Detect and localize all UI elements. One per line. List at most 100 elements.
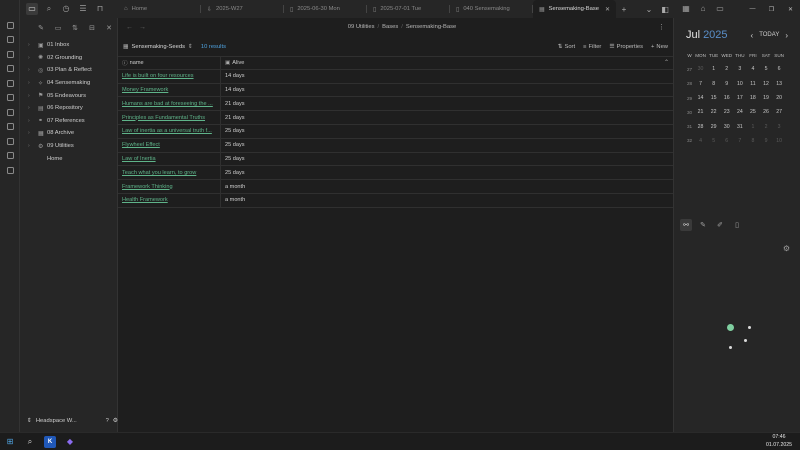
calendar-day[interactable]: 4 <box>694 138 707 144</box>
calendar-day[interactable]: 27 <box>773 109 786 115</box>
sort-icon[interactable]: ⇅ <box>69 22 81 34</box>
page-icon[interactable] <box>0 18 20 33</box>
calendar-day[interactable]: 8 <box>707 81 720 87</box>
map-pin-icon[interactable] <box>0 91 20 106</box>
calendar-day[interactable]: 10 <box>773 138 786 144</box>
calendar-day[interactable]: 6 <box>773 66 786 72</box>
properties-button[interactable]: ☰ Properties <box>609 44 643 50</box>
calendar-day[interactable]: 12 <box>759 81 772 87</box>
puzzle-icon[interactable] <box>0 163 20 178</box>
collapse-icon[interactable]: ⊟ <box>86 22 98 34</box>
calendar-day[interactable]: 14 <box>694 95 707 101</box>
close-icon[interactable]: ✕ <box>605 6 610 13</box>
calendar-day[interactable]: 16 <box>720 95 733 101</box>
new-tab-button[interactable]: + <box>616 0 632 18</box>
calendar-day[interactable]: 19 <box>759 95 772 101</box>
calendar-day[interactable]: 4 <box>746 66 759 72</box>
week-number[interactable]: 27 <box>685 67 694 72</box>
folder-icon[interactable]: ▭ <box>26 3 38 15</box>
column-header-name[interactable]: ⓘ name <box>118 57 221 69</box>
calendar-day[interactable]: 3 <box>773 124 786 130</box>
image-icon[interactable] <box>0 134 20 149</box>
forward-icon[interactable]: → <box>139 24 146 31</box>
grid-icon[interactable] <box>0 33 20 48</box>
calendar-day[interactable]: 21 <box>694 109 707 115</box>
sort-button[interactable]: ⇅ Sort <box>558 44 576 50</box>
calendar-day[interactable]: 2 <box>720 66 733 72</box>
calendar-icon[interactable]: ▦ <box>680 3 692 15</box>
tab-sensemaking-base[interactable]: ▦ Sensemaking-Base ✕ <box>533 0 616 18</box>
graph-node[interactable] <box>744 339 747 342</box>
note-link[interactable]: Teach what you learn, to grow <box>122 170 196 176</box>
calendar-day[interactable]: 30 <box>720 124 733 130</box>
new-note-icon[interactable]: ✎ <box>35 22 47 34</box>
calendar-day-today[interactable]: 1 <box>707 66 720 72</box>
calendar-day[interactable]: 7 <box>733 138 746 144</box>
tree-item-references[interactable]: › ⚭ 07 References <box>20 115 117 128</box>
calendar-day[interactable]: 30 <box>694 66 707 72</box>
calendar-day[interactable]: 25 <box>746 109 759 115</box>
more-options-icon[interactable]: ⋮ <box>658 23 665 31</box>
calendar-day[interactable]: 9 <box>720 81 733 87</box>
maximize-icon[interactable]: ❐ <box>762 6 781 13</box>
column-header-alive[interactable]: ▣ Alive <box>221 57 673 69</box>
today-button[interactable]: TODAY <box>759 32 779 38</box>
clock-icon[interactable] <box>0 120 20 135</box>
filter-button[interactable]: ≡ Filter <box>583 44 601 50</box>
breadcrumb-item[interactable]: 09 Utilities <box>348 24 375 30</box>
tree-item-archive[interactable]: › ▦ 08 Archive <box>20 127 117 140</box>
calendar-day[interactable]: 15 <box>707 95 720 101</box>
tab-day-mon[interactable]: ▯ 2025-06-30 Mon <box>284 0 367 18</box>
tree-item-utilities[interactable]: › ⚙ 09 Utilities <box>20 140 117 153</box>
week-number[interactable]: 30 <box>685 110 694 115</box>
calendar-day[interactable]: 26 <box>759 109 772 115</box>
view-selector[interactable]: ▦ Sensemaking-Seeds ⇕ <box>123 44 193 50</box>
tree-item-repository[interactable]: › ▤ 06 Repository <box>20 102 117 115</box>
week-number[interactable]: 29 <box>685 96 694 101</box>
tree-item-endeavours[interactable]: › ⚑ 05 Endeavours <box>20 89 117 102</box>
tab-home[interactable]: ⌂ Home <box>118 0 201 18</box>
tree-item-grounding[interactable]: › ✺ 02 Grounding <box>20 52 117 65</box>
minimize-icon[interactable]: — <box>743 6 762 13</box>
calendar-day[interactable]: 13 <box>773 81 786 87</box>
globe-icon[interactable] <box>0 76 20 91</box>
breadcrumb-item[interactable]: Bases <box>382 24 398 30</box>
calendar-day[interactable]: 5 <box>759 66 772 72</box>
graph-icon[interactable]: ⚯ <box>680 219 692 231</box>
calendar-day[interactable]: 2 <box>759 124 772 130</box>
calendar-day[interactable]: 24 <box>733 109 746 115</box>
tab-day-tue[interactable]: ▯ 2025-07-01 Tue <box>367 0 450 18</box>
calendar-day[interactable]: 5 <box>707 138 720 144</box>
chevron-left-icon[interactable]: ‹ <box>751 31 754 40</box>
obsidian-icon[interactable]: ◆ <box>64 436 76 448</box>
music-icon[interactable] <box>0 149 20 164</box>
chevron-down-icon[interactable]: ⌄ <box>641 0 657 18</box>
system-clock[interactable]: 07:46 01.07.2025 <box>766 434 800 448</box>
calendar-day[interactable]: 17 <box>733 95 746 101</box>
calendar-day[interactable]: 3 <box>733 66 746 72</box>
pen-icon[interactable]: ✎ <box>697 219 709 231</box>
vault-switcher[interactable]: ⇕ Headspace W... ? ⚙ <box>20 414 118 428</box>
note-link[interactable]: Law of Inertia <box>122 156 156 162</box>
breadcrumb-item[interactable]: Sensemaking-Base <box>406 24 456 30</box>
back-icon[interactable]: ← <box>126 24 133 31</box>
note-link[interactable]: Framework Thinking <box>122 184 173 190</box>
calendar-day[interactable]: 23 <box>720 109 733 115</box>
note-link[interactable]: Flywheel Effect <box>122 142 160 148</box>
edit-icon[interactable]: ✐ <box>714 219 726 231</box>
note-link[interactable]: Life is built on four resources <box>122 73 194 79</box>
week-number[interactable]: 28 <box>685 81 694 86</box>
search-icon[interactable]: ⌕ <box>43 3 55 15</box>
calendar-day[interactable]: 31 <box>733 124 746 130</box>
tree-item-plan-reflect[interactable]: › ◎ 03 Plan & Reflect <box>20 64 117 77</box>
note-icon[interactable]: ▯ <box>731 219 743 231</box>
app-icon[interactable]: K <box>44 435 56 448</box>
clock-icon[interactable]: ◷ <box>60 3 72 15</box>
graph-node[interactable] <box>729 346 732 349</box>
list-icon[interactable]: ☰ <box>77 3 89 15</box>
tree-item-sensemaking[interactable]: › ✧ 04 Sensemaking <box>20 77 117 90</box>
week-number[interactable]: 32 <box>685 138 694 143</box>
calendar-day[interactable]: 11 <box>746 81 759 87</box>
archive-icon[interactable]: ▭ <box>714 3 726 15</box>
sidebar-toggle-icon[interactable]: ◧ <box>657 0 673 18</box>
